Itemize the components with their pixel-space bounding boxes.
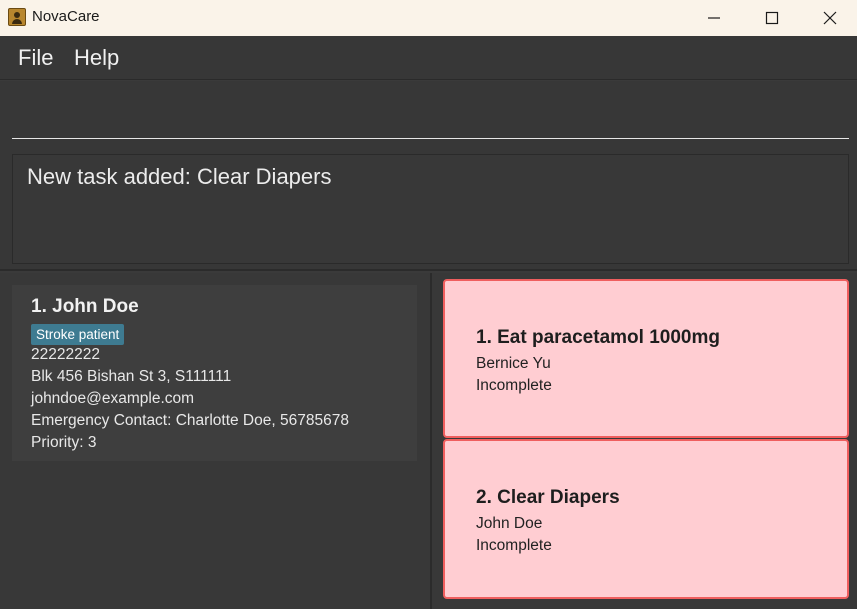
task-person: John Doe — [476, 515, 543, 532]
menu-file[interactable]: File — [18, 45, 53, 71]
task-title: 1. Eat paracetamol 1000mg — [476, 327, 720, 348]
person-address: Blk 456 Bishan St 3, S111111 — [31, 368, 232, 385]
menu-help[interactable]: Help — [74, 45, 119, 71]
task-status: Incomplete — [476, 537, 552, 554]
person-emergency-contact: Emergency Contact: Charlotte Doe, 567856… — [31, 412, 349, 429]
task-person: Bernice Yu — [476, 355, 551, 372]
window-title: NovaCare — [32, 8, 100, 25]
person-card[interactable]: 1. John Doe Stroke patient 22222222 Blk … — [12, 285, 417, 461]
title-bar: NovaCare — [0, 0, 857, 36]
maximize-icon — [765, 11, 779, 25]
task-status: Incomplete — [476, 377, 552, 394]
person-list-panel[interactable]: 1. John Doe Stroke patient 22222222 Blk … — [0, 273, 430, 609]
close-button[interactable] — [801, 0, 857, 36]
maximize-button[interactable] — [743, 0, 801, 36]
person-email: johndoe@example.com — [31, 390, 195, 407]
result-panel: New task added: Clear Diapers — [0, 147, 857, 271]
person-tag: Stroke patient — [31, 324, 125, 345]
app-icon — [8, 8, 26, 26]
task-title: 2. Clear Diapers — [476, 487, 620, 508]
person-name: 1. John Doe — [31, 296, 139, 317]
result-display: New task added: Clear Diapers — [12, 154, 849, 264]
command-input[interactable] — [12, 99, 849, 139]
task-card[interactable]: 1. Eat paracetamol 1000mg Bernice Yu Inc… — [443, 279, 849, 438]
command-box — [0, 81, 857, 147]
menu-bar: File Help — [0, 36, 857, 80]
person-priority: Priority: 3 — [31, 434, 97, 451]
minimize-icon — [708, 17, 720, 19]
result-message: New task added: Clear Diapers — [27, 164, 332, 189]
task-list-panel[interactable]: 1. Eat paracetamol 1000mg Bernice Yu Inc… — [432, 273, 857, 609]
person-phone: 22222222 — [31, 346, 100, 363]
minimize-button[interactable] — [685, 0, 743, 36]
close-icon — [823, 11, 837, 25]
task-card[interactable]: 2. Clear Diapers John Doe Incomplete — [443, 439, 849, 599]
